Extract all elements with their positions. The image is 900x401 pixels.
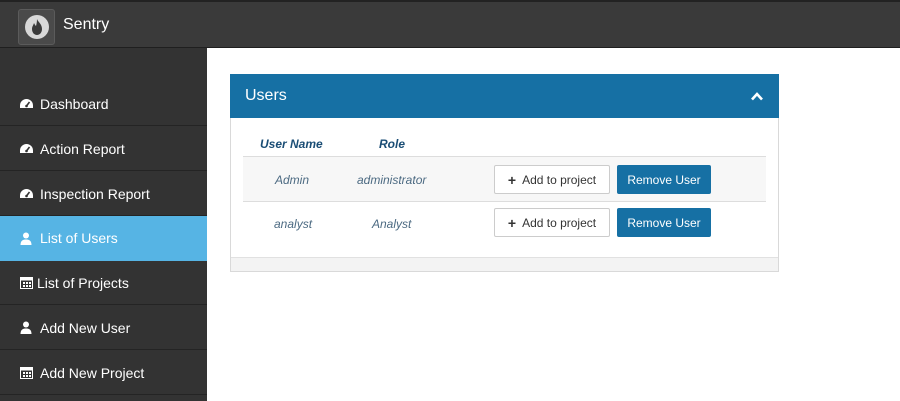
add-to-project-button[interactable]: + Add to project — [494, 208, 610, 237]
app-logo[interactable] — [18, 9, 55, 45]
sidebar-item-add-new-user[interactable]: Add New User — [0, 306, 207, 350]
panel-header: Users — [230, 74, 779, 118]
user-icon — [18, 321, 34, 335]
sidebar-item-label: Action Report — [40, 140, 125, 157]
sidebar: Dashboard Action Report Inspection Repor… — [0, 48, 207, 401]
role-cell: administrator — [357, 173, 427, 187]
table-divider — [243, 201, 766, 202]
panel-title: Users — [245, 87, 287, 104]
sidebar-item-label: List of Projects — [37, 274, 129, 291]
app-brand: Sentry — [63, 16, 110, 33]
add-to-project-label: Add to project — [522, 215, 597, 230]
plus-icon: + — [507, 171, 517, 188]
sidebar-item-label: Inspection Report — [40, 185, 150, 202]
sidebar-item-label: Add New Project — [40, 364, 145, 381]
sidebar-item-list-of-projects[interactable]: List of Projects — [0, 261, 207, 305]
calendar-icon — [18, 276, 34, 290]
sidebar-item-list-of-users[interactable]: List of Users — [0, 216, 207, 261]
remove-user-button[interactable]: Remove User — [617, 165, 711, 194]
chevron-up-icon[interactable] — [749, 88, 765, 104]
sidebar-item-add-new-project[interactable]: Add New Project — [0, 351, 207, 395]
column-header-role: Role — [379, 137, 406, 151]
sidebar-item-action-report[interactable]: Action Report — [0, 127, 207, 171]
column-header-user-name: User Name — [260, 137, 323, 151]
sidebar-item-dashboard[interactable]: Dashboard — [0, 82, 207, 126]
user-name-cell: Admin — [275, 173, 310, 187]
sidebar-item-inspection-report[interactable]: Inspection Report — [0, 172, 207, 216]
fire-logo-icon — [24, 15, 49, 39]
sidebar-item-label: Dashboard — [40, 95, 109, 112]
top-navbar: Sentry — [0, 0, 900, 48]
tachometer-icon — [18, 187, 34, 201]
role-cell: Analyst — [372, 217, 412, 231]
tachometer-icon — [18, 97, 34, 111]
plus-icon: + — [507, 214, 517, 231]
users-panel: Users User Name Role Admin administrator… — [230, 74, 779, 272]
user-name-cell: analyst — [274, 217, 313, 231]
sidebar-item-label: List of Users — [40, 230, 118, 246]
add-to-project-label: Add to project — [522, 172, 597, 187]
panel-footer — [231, 257, 778, 271]
tachometer-icon — [18, 142, 34, 156]
user-icon — [18, 231, 34, 245]
add-to-project-button[interactable]: + Add to project — [494, 165, 610, 194]
sidebar-item-label: Add New User — [40, 319, 131, 336]
calendar-icon — [18, 366, 34, 380]
remove-user-button[interactable]: Remove User — [617, 208, 711, 237]
